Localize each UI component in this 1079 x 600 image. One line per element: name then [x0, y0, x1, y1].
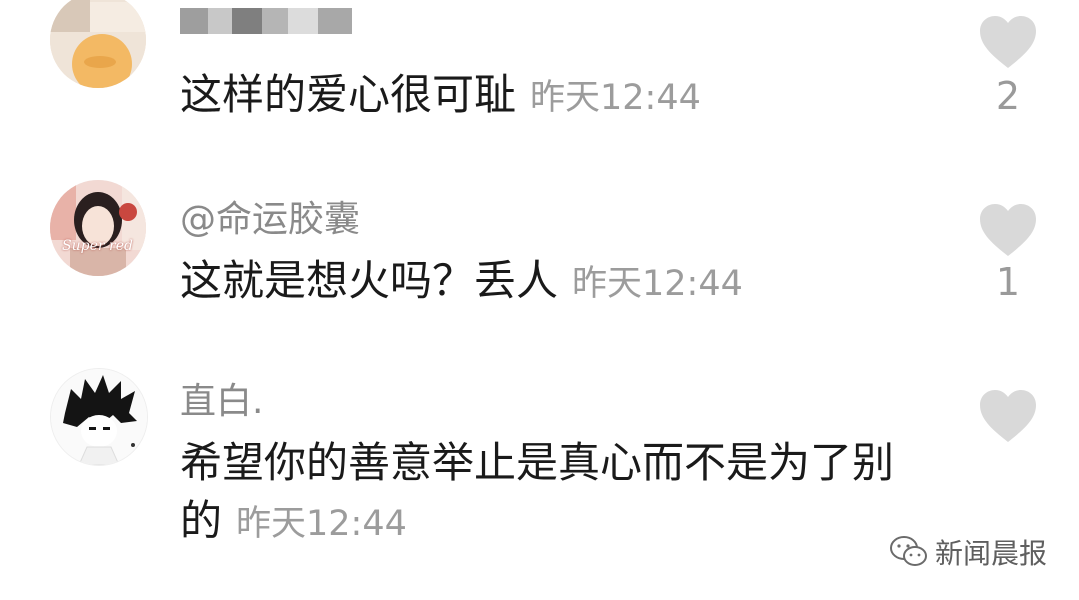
comment-text: 这样的爱心很可耻 昨天12:44: [180, 66, 701, 127]
comment-text: 这就是想火吗？丢人 昨天12:44: [180, 252, 743, 313]
anime-avatar-icon: [51, 369, 147, 465]
comment-content-line2: 的: [180, 496, 223, 545]
comment-content: 这就是想火吗？丢人: [180, 256, 559, 305]
username[interactable]: @命运胶囊: [180, 190, 360, 242]
comment-text: 希望你的善意举止是真心而不是为了别 的昨天12:44: [180, 434, 894, 553]
username-blurred[interactable]: [180, 8, 352, 34]
like-count: 1: [995, 260, 1021, 304]
comment-content: 这样的爱心很可耻: [180, 70, 517, 119]
watermark-label: 新闻晨报: [934, 537, 1047, 570]
wechat-icon: [889, 536, 927, 566]
comment-item: 这样的爱心很可耻 昨天12:44 2: [0, 0, 1079, 140]
watermark: 新闻晨报: [889, 532, 1047, 572]
blurred-avatar-icon: [50, 0, 146, 88]
like-count: 2: [995, 74, 1021, 118]
photo-avatar-icon: [50, 180, 146, 276]
username[interactable]: 直白.: [180, 372, 263, 424]
comment-time: 昨天12:44: [236, 504, 407, 544]
heart-icon: [980, 16, 1036, 68]
avatar[interactable]: [50, 0, 146, 88]
comment-item: Super red @命运胶囊 这就是想火吗？丢人 昨天12:44 1: [0, 170, 1079, 320]
avatar-caption: Super red: [62, 238, 133, 254]
avatar[interactable]: [50, 368, 148, 466]
heart-icon: [980, 204, 1036, 256]
comment-time: 昨天12:44: [530, 78, 701, 118]
comment-content-line2-wrap: 的昨天12:44: [180, 492, 894, 553]
comment-time: 昨天12:44: [572, 264, 743, 304]
heart-icon: [980, 390, 1036, 442]
like-button[interactable]: [978, 202, 1038, 262]
avatar[interactable]: Super red: [50, 180, 146, 276]
comment-content-line1: 希望你的善意举止是真心而不是为了别: [180, 438, 895, 487]
like-button[interactable]: [978, 14, 1038, 74]
like-button[interactable]: [978, 388, 1038, 448]
